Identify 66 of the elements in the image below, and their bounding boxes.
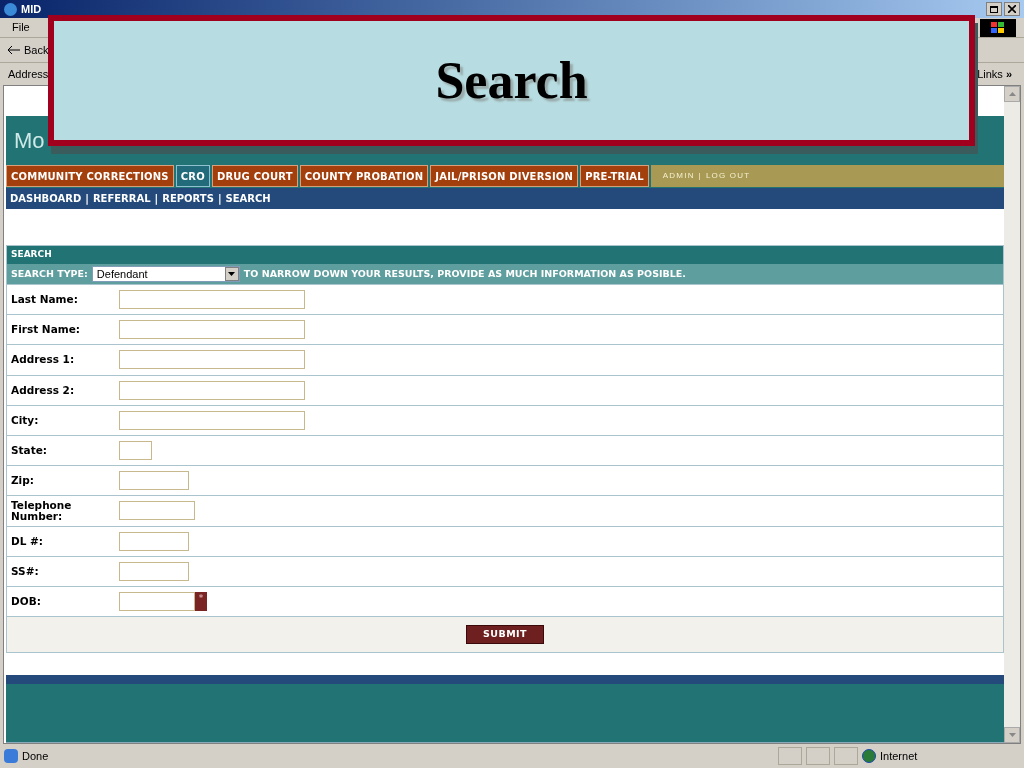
close-button[interactable]	[1004, 2, 1020, 16]
separator: |	[85, 192, 89, 206]
slide-title: Search	[435, 50, 588, 111]
program-tab[interactable]: COUNTY PROBATION	[299, 165, 429, 187]
program-tab[interactable]: CRO	[175, 165, 210, 187]
globe-icon	[862, 749, 876, 763]
window-title: MID	[21, 1, 42, 17]
input-field[interactable]	[119, 380, 305, 400]
status-pane	[806, 747, 830, 765]
input-field[interactable]	[119, 591, 195, 611]
field-label: Zip:	[11, 475, 35, 487]
back-arrow-icon	[8, 46, 20, 54]
input-field[interactable]	[119, 441, 152, 461]
separator: |	[217, 192, 222, 206]
section-title: SEARCH	[11, 248, 52, 262]
input-field[interactable]	[119, 471, 189, 491]
separator: |	[154, 192, 159, 206]
field-label: City:	[11, 414, 40, 426]
input-field[interactable]	[119, 350, 305, 370]
input-field[interactable]	[119, 410, 305, 430]
scroll-up-icon[interactable]	[1004, 86, 1020, 102]
field-label: Address 2:	[11, 384, 76, 396]
input-field[interactable]	[119, 501, 195, 521]
links-button[interactable]: Links »	[977, 65, 1016, 83]
dropdown-icon	[224, 267, 239, 281]
status-text: Done	[22, 748, 49, 764]
calendar-button[interactable]: *	[195, 591, 207, 611]
submit-button[interactable]: SUBMIT	[466, 625, 544, 645]
search-hint: TO NARROW DOWN YOUR RESULTS, PROVIDE AS MUCH INFORMATION AS POSIBLE.	[243, 266, 686, 281]
address-label: Address	[8, 66, 49, 82]
subnav-link[interactable]: REPORTS	[162, 191, 214, 206]
field-label: Telephone Number:	[11, 499, 73, 522]
site-logo: Mo	[14, 126, 45, 155]
separator: |	[698, 170, 702, 182]
program-tab[interactable]: PRE-TRIAL	[580, 165, 649, 187]
back-button[interactable]: Back	[24, 41, 49, 59]
browser-icon	[4, 2, 17, 16]
field-label: DOB:	[11, 595, 42, 607]
scrollbar[interactable]	[1004, 86, 1020, 743]
input-field[interactable]	[119, 561, 189, 581]
subnav-link[interactable]: DASHBOARD	[10, 191, 82, 206]
zone-text: Internet	[880, 748, 919, 764]
windows-logo-icon	[980, 18, 1016, 37]
field-label: SS#:	[11, 565, 40, 577]
input-field[interactable]	[119, 531, 189, 551]
program-tab[interactable]: JAIL/PRISON DIVERSION	[430, 165, 579, 187]
subnav-link[interactable]: SEARCH	[225, 191, 271, 206]
field-label: First Name:	[11, 324, 81, 336]
close-icon	[1008, 5, 1016, 13]
input-field[interactable]	[119, 290, 305, 310]
field-label: Address 1:	[11, 354, 76, 366]
status-pane	[778, 747, 802, 765]
status-pane	[834, 747, 858, 765]
scroll-down-icon[interactable]	[1004, 727, 1020, 743]
search-type-label: SEARCH TYPE:	[11, 266, 88, 281]
field-label: DL #:	[11, 535, 45, 547]
subnav-link[interactable]: REFERRAL	[92, 191, 151, 206]
field-label: Last Name:	[11, 294, 79, 306]
program-tab[interactable]: DRUG COURT	[211, 165, 298, 187]
search-type-select[interactable]: Defendant	[91, 266, 240, 282]
page-icon	[4, 749, 18, 763]
menu-item[interactable]: File	[8, 19, 34, 36]
program-tab[interactable]: COMMUNITY CORRECTIONS	[6, 165, 174, 187]
field-label: State:	[11, 445, 48, 457]
maximize-button[interactable]	[986, 2, 1002, 16]
input-field[interactable]	[119, 320, 305, 340]
